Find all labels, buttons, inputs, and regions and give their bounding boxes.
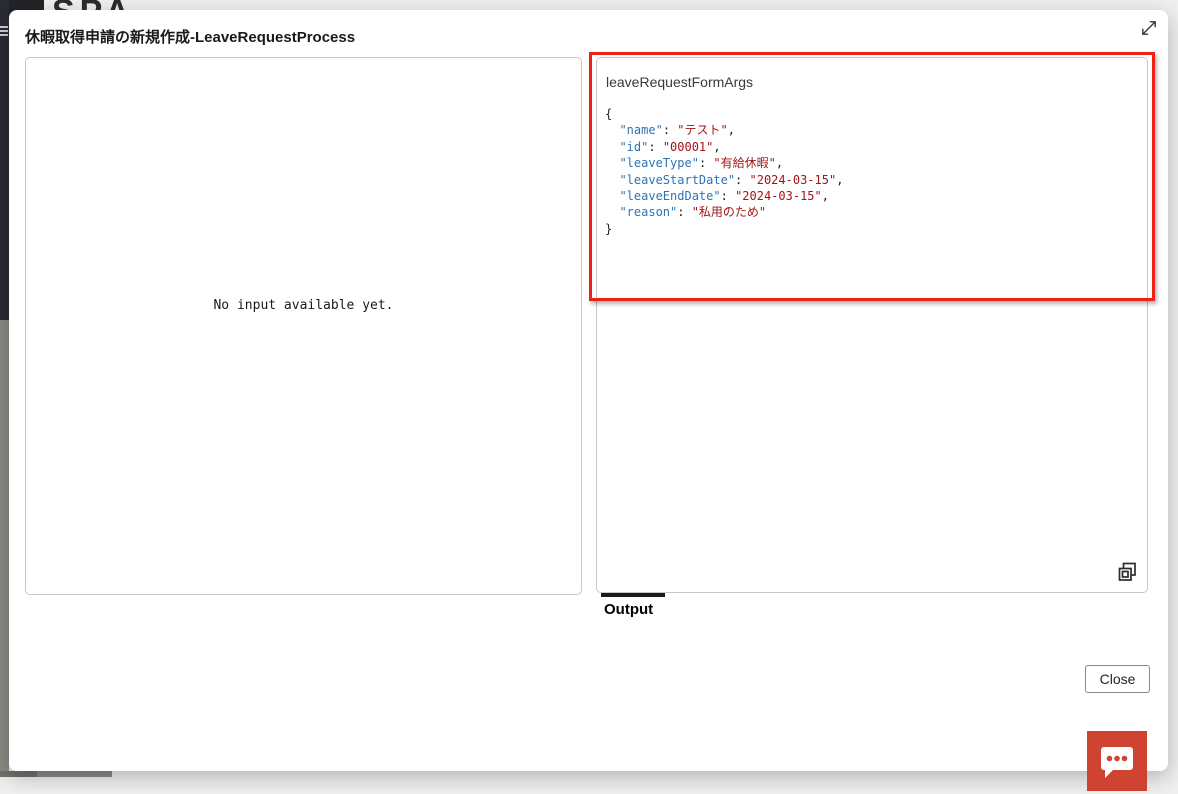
tab-output[interactable]: Output <box>604 601 653 618</box>
output-object-name: leaveRequestFormArgs <box>606 74 753 90</box>
input-panel: No input available yet. <box>25 57 582 595</box>
dialog-title: 休暇取得申請の新規作成-LeaveRequestProcess <box>25 26 355 47</box>
output-panel[interactable]: leaveRequestFormArgs { "name": "テスト", "i… <box>596 57 1148 593</box>
chat-bubble-icon <box>1087 731 1147 791</box>
close-button[interactable]: Close <box>1085 665 1150 693</box>
expand-diagonal-icon <box>1139 18 1159 38</box>
chat-fab-button[interactable] <box>1087 731 1147 791</box>
copy-icon <box>1117 562 1137 582</box>
json-code: { "name": "テスト", "id": "00001", "leaveTy… <box>605 106 1139 237</box>
leave-request-dialog: 休暇取得申請の新規作成-LeaveRequestProcess No input… <box>9 10 1168 771</box>
background-sidebar-dark-strip <box>0 0 9 320</box>
copy-button[interactable] <box>1115 560 1139 584</box>
tab-output-indicator <box>601 593 665 597</box>
background-sidebar-gray-strip <box>0 320 9 777</box>
background-bottom-dark-strip <box>0 771 37 777</box>
hamburger-menu-icon <box>0 24 8 38</box>
expand-dialog-button[interactable] <box>1137 16 1161 40</box>
background-bottom-gray-strip <box>37 771 112 777</box>
input-empty-message: No input available yet. <box>213 298 393 313</box>
